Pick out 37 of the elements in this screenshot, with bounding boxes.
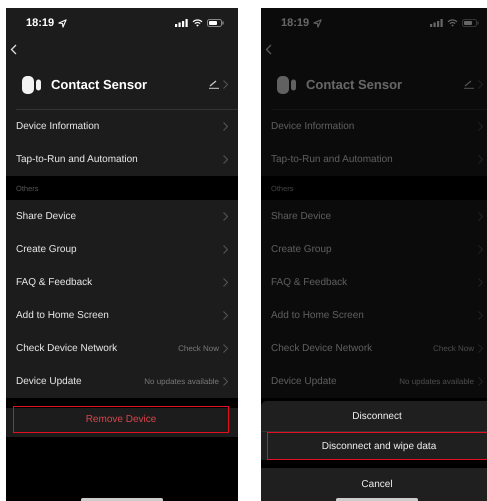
location-icon (313, 18, 322, 28)
sensor-icon (277, 76, 297, 94)
sheet-option[interactable]: Disconnect (261, 401, 487, 432)
chevron-icon (223, 245, 228, 254)
chevron-icon (223, 122, 228, 131)
settings-row[interactable]: Device Update No updates available (6, 365, 238, 398)
wifi-icon (447, 19, 458, 27)
status-time: 18:19 (26, 17, 54, 29)
signal-icon (430, 19, 443, 27)
chevron-icon (223, 155, 228, 164)
chevron-icon (223, 311, 228, 320)
settings-row[interactable]: FAQ & Feedback (6, 266, 238, 299)
status-time: 18:19 (281, 17, 310, 29)
back-icon[interactable] (10, 44, 17, 54)
signal-icon (175, 19, 188, 27)
cancel-button[interactable]: Cancel (261, 468, 487, 500)
chevron-icon (223, 344, 228, 353)
edit-icon[interactable] (209, 80, 219, 89)
chevron-icon (223, 212, 228, 221)
battery-icon (462, 19, 479, 27)
settings-row[interactable]: Device Information (6, 110, 238, 143)
chevron-icon (223, 80, 228, 89)
chevron-icon (223, 377, 228, 386)
sensor-icon (22, 76, 42, 94)
settings-row[interactable]: Create Group (6, 233, 238, 266)
location-icon (58, 18, 68, 28)
wifi-icon (192, 19, 203, 27)
settings-row[interactable]: Tap-to-Run and Automation (6, 143, 238, 176)
device-name: Contact Sensor (51, 77, 148, 92)
settings-row[interactable]: Add to Home Screen (6, 299, 238, 332)
battery-icon (207, 19, 224, 27)
settings-row[interactable]: Share Device (6, 200, 238, 233)
settings-row[interactable]: Check Device Network Check Now (6, 332, 238, 365)
remove-device-button[interactable]: Remove Device (13, 406, 229, 433)
sheet-option[interactable]: Disconnect and wipe data (267, 432, 487, 460)
chevron-icon (223, 278, 228, 287)
device-name: Contact Sensor (306, 77, 404, 92)
